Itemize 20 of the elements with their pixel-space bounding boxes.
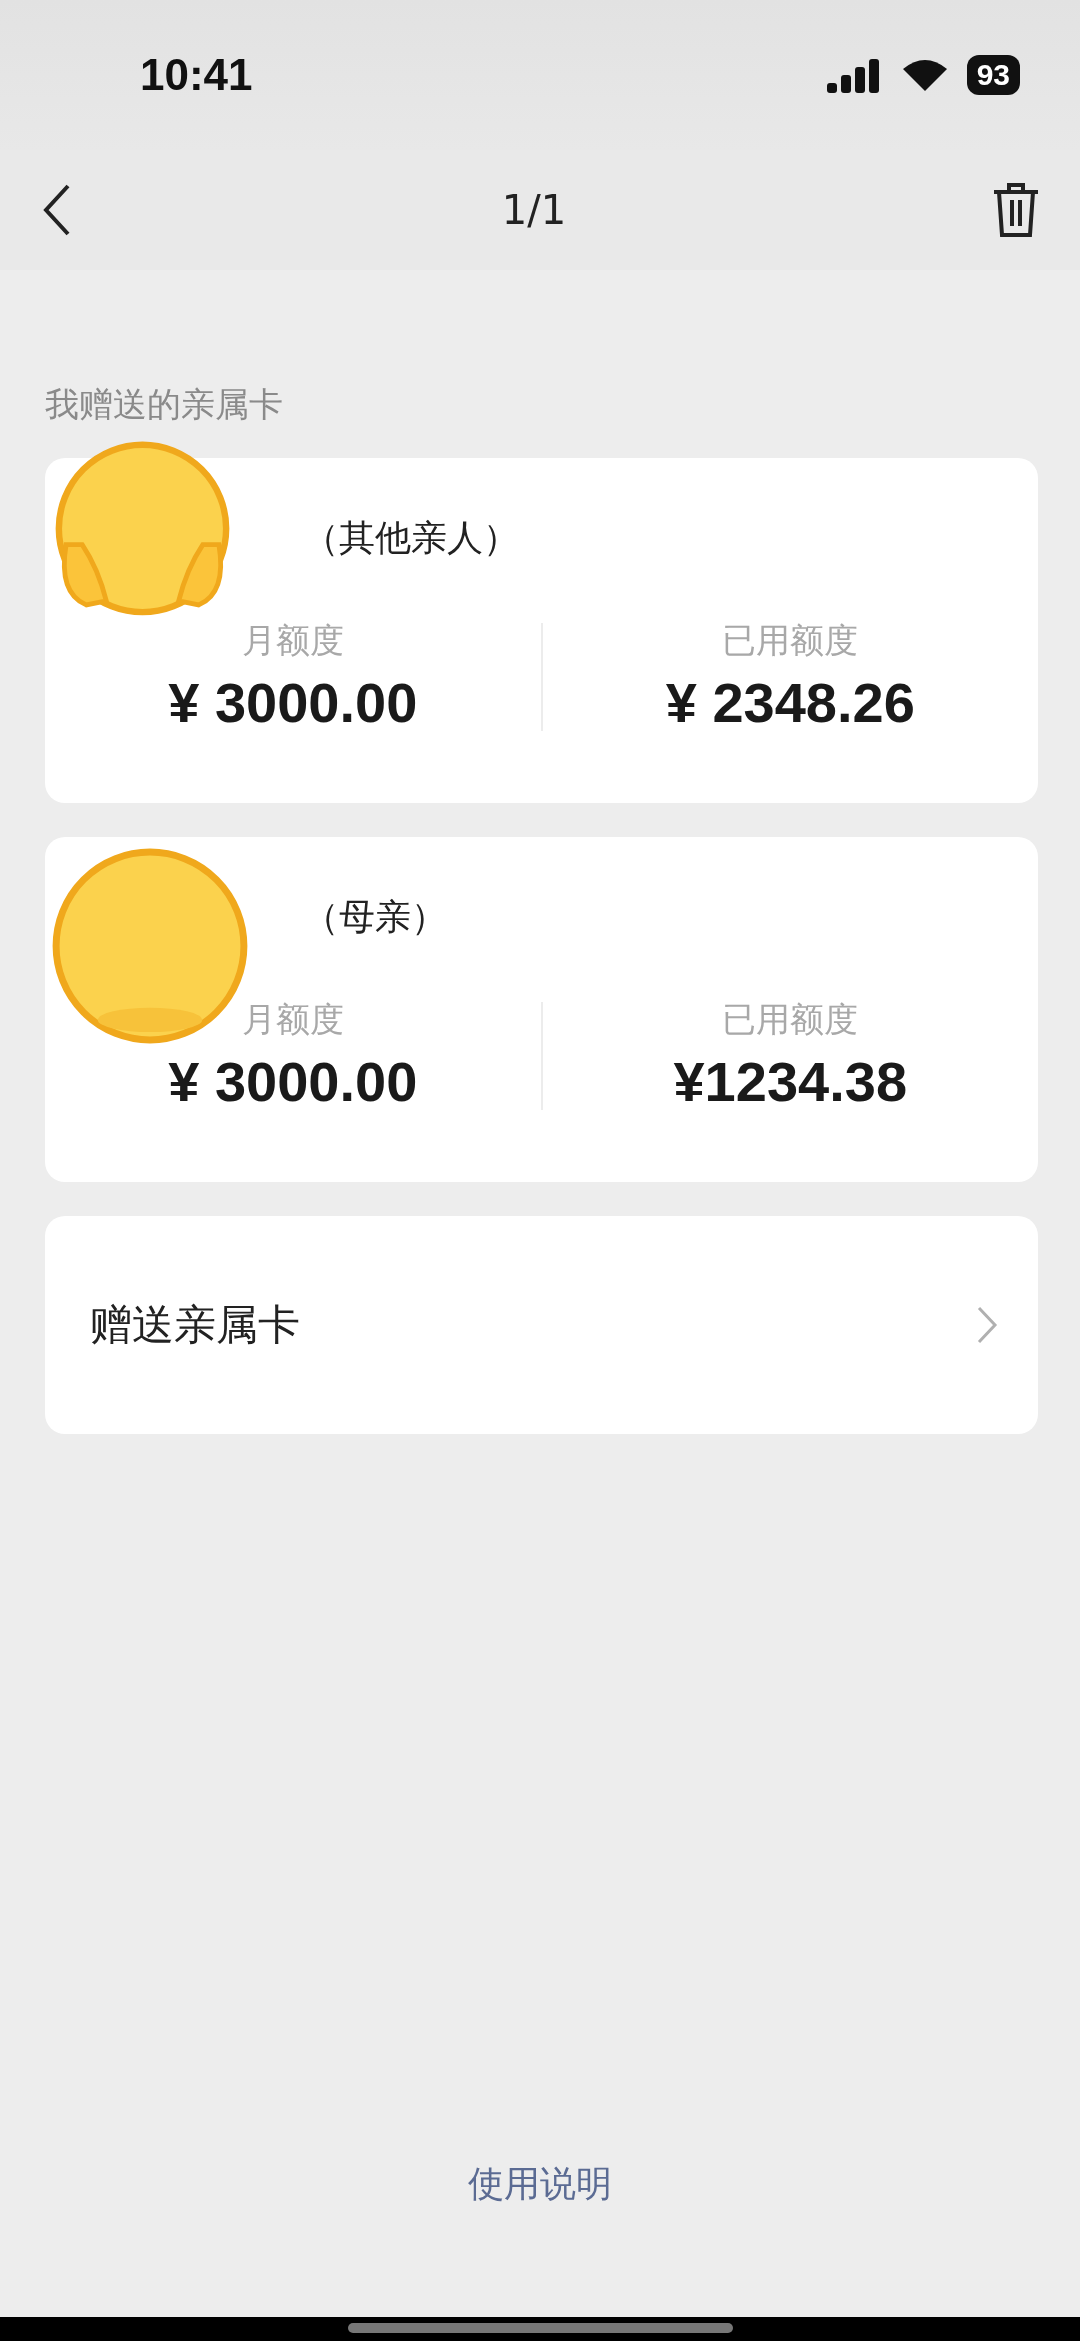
used-amount: ¥ 2348.26 [665,670,915,735]
family-card[interactable]: （其他亲人） 月额度 ¥ 3000.00 已用额度 ¥ 2348.26 [45,458,1038,803]
chevron-icon [976,1305,998,1345]
used-label: 已用额度 [722,998,859,1041]
used-label: 已用额度 [722,619,859,662]
used-amount: ¥1234.38 [673,1049,908,1114]
relation-label: （母亲） [303,895,448,939]
gift-card-row[interactable]: 赠送亲属卡 [45,1216,1038,1434]
usage-guide-link[interactable]: 使用说明 [468,2160,612,2209]
relation-label: （其他亲人） [303,516,520,560]
family-card[interactable]: （母亲） 月额度 ¥ 3000.00 已用额度 ¥1234.38 [45,837,1038,1182]
limit-amount: ¥ 3000.00 [168,670,418,735]
status-time: 10:41 [140,50,253,100]
trash-icon[interactable] [992,182,1040,238]
section-title: 我赠送的亲属卡 [44,383,284,426]
battery-icon: 93 [966,55,1020,95]
limit-label: 月额度 [241,619,344,662]
page-counter: 1/1 [501,187,567,233]
limit-label: 月额度 [241,998,344,1041]
limit-amount: ¥ 3000.00 [168,1049,418,1114]
